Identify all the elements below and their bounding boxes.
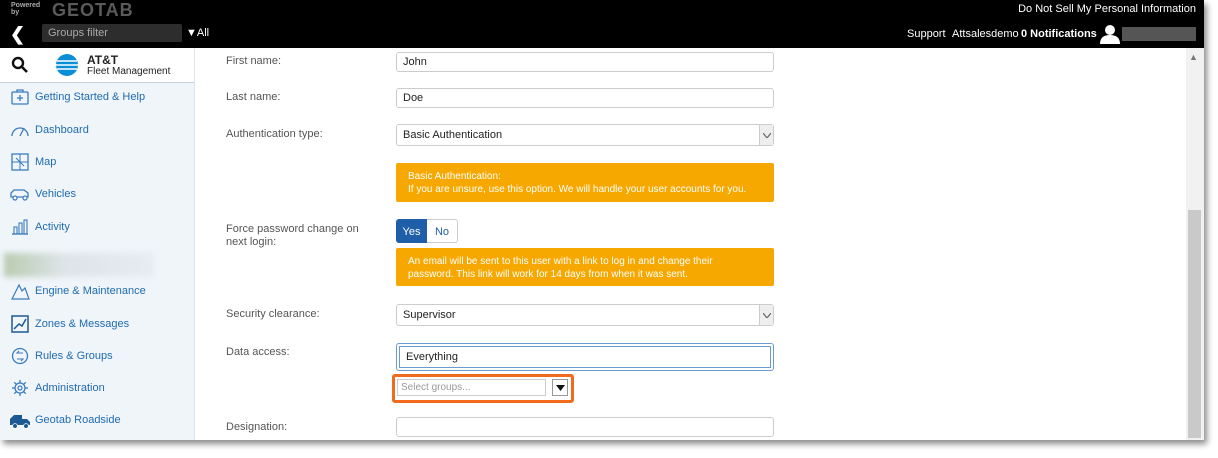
engine-icon — [9, 281, 31, 301]
powered-by-label: Powered by — [11, 2, 41, 16]
top-bar: Powered by GEOTAB Do Not Sell My Persona… — [0, 0, 1204, 48]
force-note-line2: password. This link will work for 14 day… — [408, 269, 688, 280]
last-name-field[interactable]: Doe — [396, 88, 774, 108]
force-password-label-line1: Force password change on — [226, 223, 359, 235]
caret-down-icon — [555, 384, 565, 391]
att-logo-text: AT&T — [87, 53, 119, 67]
sidebar-item-label: Administration — [35, 382, 105, 394]
help-kit-icon — [9, 87, 31, 107]
sidebar-item-geotab-roadside[interactable]: Geotab Roadside — [0, 407, 194, 433]
auth-note-title: Basic Authentication: — [408, 171, 501, 182]
auth-type-label: Authentication type: — [226, 128, 323, 140]
scroll-up-arrow-icon[interactable]: ▲ — [1189, 52, 1198, 62]
force-password-label: Force password change on next login: — [226, 223, 359, 249]
data-access-value: Everything — [399, 346, 771, 368]
back-arrow-icon[interactable]: ❮ — [10, 24, 25, 45]
geotab-logo: GEOTAB — [52, 0, 134, 20]
sidebar-item-label: Geotab Roadside — [35, 414, 121, 426]
sidebar-item-label: Zones & Messages — [35, 318, 130, 330]
sidebar-item-map[interactable]: Map — [0, 149, 194, 175]
all-label: All — [196, 27, 210, 39]
sidebar-item-label: Activity — [35, 221, 70, 233]
activity-chart-icon — [9, 217, 31, 237]
sidebar-item-vehicles[interactable]: Vehicles — [0, 181, 194, 207]
sidebar-item-label: Getting Started & Help — [35, 91, 146, 103]
chevron-down-icon — [759, 305, 773, 325]
username-link[interactable]: Attsalesdemo — [952, 28, 1019, 40]
rules-icon — [9, 346, 31, 366]
first-name-field[interactable]: John — [396, 52, 774, 72]
sidebar-item-label: Vehicles — [35, 188, 76, 200]
no-button[interactable]: No — [427, 219, 458, 243]
caret-down-icon: ▼ — [186, 27, 197, 39]
force-password-toggle: Yes No — [396, 219, 458, 243]
sidebar-item-administration[interactable]: Administration — [0, 375, 194, 401]
select-groups-highlight: Select groups... — [392, 374, 574, 403]
sidebar-item-engine-maintenance[interactable]: Engine & Maintenance — [0, 278, 194, 304]
roadside-truck-icon — [9, 410, 31, 430]
sidebar-item-label: Rules & Groups — [35, 350, 113, 362]
auth-type-value: Basic Authentication — [403, 129, 503, 141]
sidebar-item-dashboard[interactable]: Dashboard — [0, 117, 194, 143]
auth-info-note: Basic Authentication: If you are unsure,… — [396, 163, 774, 202]
sidebar-header: AT&T Fleet Management — [0, 48, 194, 83]
groups-filter-input[interactable]: Groups filter — [42, 24, 182, 42]
map-icon — [9, 152, 31, 172]
all-groups-dropdown[interactable]: ▼All — [186, 27, 209, 39]
user-edit-form: First name: John Last name: Doe Authenti… — [195, 48, 1185, 440]
fleet-management-text: Fleet Management — [87, 66, 171, 77]
user-icon[interactable] — [1100, 24, 1120, 44]
do-not-sell-link[interactable]: Do Not Sell My Personal Information — [1018, 3, 1196, 15]
app-window: Powered by GEOTAB Do Not Sell My Persona… — [0, 0, 1204, 440]
notifications-link[interactable]: 0 Notifications — [1021, 28, 1097, 40]
redacted-sidebar-item — [4, 253, 154, 277]
sidebar-item-getting-started[interactable]: Getting Started & Help — [0, 84, 194, 110]
support-link[interactable]: Support — [907, 28, 946, 40]
sidebar-item-label: Map — [35, 156, 57, 168]
auth-type-select[interactable]: Basic Authentication — [396, 124, 774, 146]
sidebar-item-activity[interactable]: Activity — [0, 214, 194, 240]
last-name-label: Last name: — [226, 91, 281, 103]
gear-icon — [9, 378, 31, 398]
chevron-down-icon — [759, 125, 773, 145]
security-clearance-value: Supervisor — [403, 309, 456, 321]
data-access-field[interactable]: Everything — [396, 343, 774, 371]
sidebar-item-label: Dashboard — [35, 124, 89, 136]
security-clearance-label: Security clearance: — [226, 308, 320, 320]
designation-field[interactable] — [396, 417, 774, 437]
data-access-label: Data access: — [226, 346, 290, 358]
user-name-redacted — [1122, 27, 1196, 41]
vertical-scrollbar[interactable]: ▲ — [1186, 48, 1204, 440]
gauge-icon — [9, 120, 31, 140]
sidebar: AT&T Fleet Management Getting Started & … — [0, 48, 195, 440]
zones-icon — [9, 314, 31, 334]
search-icon[interactable] — [11, 56, 29, 74]
att-globe-icon — [56, 54, 78, 76]
first-name-label: First name: — [226, 55, 282, 67]
sidebar-item-label: Engine & Maintenance — [35, 285, 146, 297]
password-change-note: An email will be sent to this user with … — [396, 248, 774, 286]
designation-label: Designation: — [226, 421, 288, 433]
yes-button[interactable]: Yes — [396, 219, 427, 243]
select-groups-input[interactable]: Select groups... — [397, 379, 546, 396]
security-clearance-select[interactable]: Supervisor — [396, 304, 774, 326]
force-password-label-line2: next login: — [226, 236, 277, 248]
sidebar-item-zones-messages[interactable]: Zones & Messages — [0, 311, 194, 337]
auth-note-body: If you are unsure, use this option. We w… — [408, 184, 747, 195]
sidebar-item-rules-groups[interactable]: Rules & Groups — [0, 343, 194, 369]
select-groups-dropdown-button[interactable] — [552, 379, 568, 396]
force-note-line1: An email will be sent to this user with … — [408, 256, 713, 267]
scrollbar-thumb[interactable] — [1188, 210, 1201, 438]
vehicle-icon — [9, 184, 31, 204]
